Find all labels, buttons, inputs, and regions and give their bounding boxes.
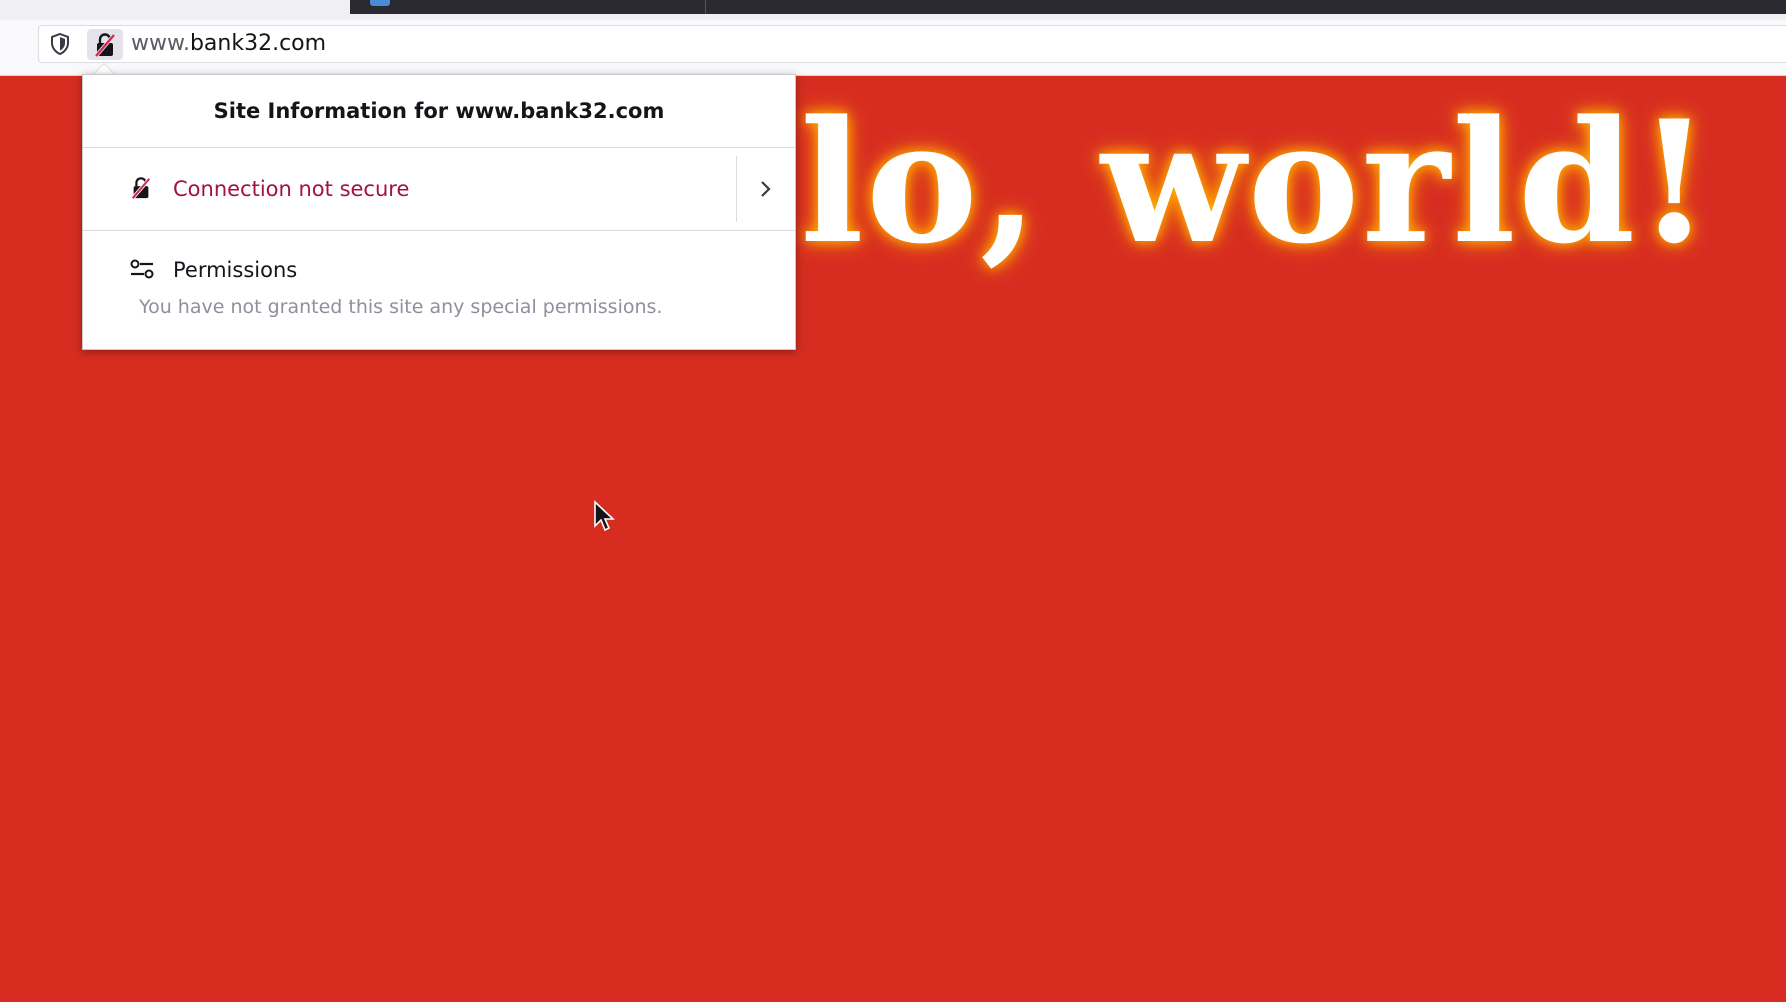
url-prefix: www. bbox=[131, 31, 190, 56]
permissions-title: Permissions bbox=[173, 258, 298, 282]
browser-tab[interactable] bbox=[350, 0, 1786, 14]
connection-details-button[interactable] bbox=[737, 148, 795, 230]
panel-title: Site Information for www.bank32.com bbox=[83, 75, 795, 148]
tab-strip bbox=[0, 0, 1786, 20]
permissions-description: You have not granted this site any speci… bbox=[139, 296, 663, 318]
site-identity-button[interactable] bbox=[87, 29, 123, 60]
tab-divider bbox=[705, 0, 706, 14]
url-text[interactable]: www.bank32.com bbox=[131, 26, 326, 62]
chevron-right-icon bbox=[761, 181, 771, 197]
site-information-panel: Site Information for www.bank32.com Conn… bbox=[82, 74, 796, 350]
navigation-toolbar: www.bank32.com bbox=[0, 20, 1786, 76]
connection-status-label: Connection not secure bbox=[173, 177, 410, 201]
shield-icon bbox=[51, 33, 69, 55]
connection-security-row[interactable]: Connection not secure bbox=[83, 148, 795, 231]
page-heading: lo, world! bbox=[800, 83, 1714, 281]
insecure-lock-icon bbox=[131, 177, 151, 200]
tracking-protection-button[interactable] bbox=[45, 30, 75, 58]
permissions-section: Permissions You have not granted this si… bbox=[83, 231, 795, 349]
url-bar[interactable]: www.bank32.com bbox=[38, 25, 1786, 63]
permissions-sliders-icon bbox=[130, 259, 154, 279]
insecure-lock-icon bbox=[94, 32, 116, 57]
mouse-cursor-icon bbox=[594, 500, 615, 532]
url-domain: bank32.com bbox=[189, 31, 327, 56]
tab-favicon-icon bbox=[370, 0, 390, 6]
